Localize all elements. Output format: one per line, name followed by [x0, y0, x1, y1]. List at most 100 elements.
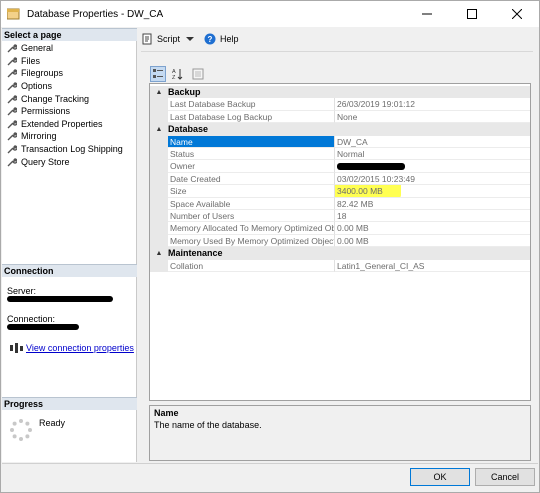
close-button[interactable]: [494, 1, 539, 27]
property-value: 3400.00 MB: [335, 185, 530, 198]
size-value-text: 3400.00 MB: [337, 186, 383, 197]
wrench-icon: [7, 44, 17, 53]
property-row-date-created[interactable]: Date Created 03/02/2015 10:23:49: [150, 172, 530, 186]
script-icon: [142, 33, 152, 45]
page-item-label: Extended Properties: [21, 118, 103, 129]
page-item-general[interactable]: General: [2, 42, 137, 55]
property-row-last-database-backup[interactable]: Last Database Backup 26/03/2019 19:01:12: [150, 98, 530, 111]
property-name: Date Created: [168, 172, 335, 186]
property-name: Last Database Log Backup: [168, 110, 335, 124]
page-item-label: Transaction Log Shipping: [21, 144, 123, 155]
page-item-transaction-log-shipping[interactable]: Transaction Log Shipping: [2, 143, 137, 156]
property-row-owner[interactable]: Owner: [150, 160, 530, 173]
left-pane: Select a page General Files Filegroups O…: [2, 28, 137, 462]
property-name: Space Available: [168, 197, 335, 210]
page-item-label: Files: [21, 55, 41, 66]
wrench-icon: [7, 120, 17, 129]
page-item-label: General: [21, 43, 54, 54]
wrench-icon: [7, 157, 17, 167]
progress-spinner-icon: [10, 419, 32, 441]
property-value: Latin1_General_CI_AS: [335, 260, 530, 272]
property-value: [335, 160, 530, 173]
property-name: Name: [168, 135, 335, 148]
property-row-memory-allocated[interactable]: Memory Allocated To Memory Optimized Obj…: [150, 222, 530, 235]
description-text: The name of the database.: [154, 420, 262, 430]
property-grid-toolbar: AZ: [150, 65, 210, 83]
page-item-permissions[interactable]: Permissions: [2, 105, 137, 118]
page-item-label: Query Store: [21, 156, 70, 167]
categorized-view-button[interactable]: [150, 66, 166, 82]
collapse-icon[interactable]: ▲: [150, 123, 168, 135]
property-row-size[interactable]: Size 3400.00 MB: [150, 185, 530, 198]
window-title: Database Properties - DW_CA: [27, 8, 164, 20]
categorized-icon: [153, 69, 163, 78]
cancel-button[interactable]: Cancel: [475, 468, 535, 486]
page-item-change-tracking[interactable]: Change Tracking: [2, 92, 137, 105]
property-name: Number of Users: [168, 210, 335, 223]
page-item-files[interactable]: Files: [2, 55, 137, 68]
footer-divider: [2, 463, 538, 464]
alphabetical-sort-button[interactable]: AZ: [170, 66, 186, 82]
property-name: Status: [168, 148, 335, 161]
connection-properties-icon: [10, 343, 23, 353]
property-pages-button[interactable]: [190, 66, 206, 82]
script-button[interactable]: Script: [141, 33, 195, 45]
page-item-label: Mirroring: [21, 131, 57, 142]
property-row-space-available[interactable]: Space Available 82.42 MB: [150, 197, 530, 210]
select-page-header: Select a page: [2, 28, 137, 41]
wrench-icon: [7, 107, 17, 116]
page-item-extended-properties[interactable]: Extended Properties: [2, 118, 137, 131]
page-item-mirroring[interactable]: Mirroring: [2, 130, 137, 143]
svg-text:?: ?: [208, 35, 213, 44]
collapse-icon[interactable]: ▲: [150, 247, 168, 259]
minimize-button[interactable]: [404, 1, 449, 27]
property-row-number-of-users[interactable]: Number of Users 18: [150, 210, 530, 223]
svg-text:Z: Z: [172, 75, 176, 80]
database-properties-window: Database Properties - DW_CA Select a pag…: [0, 0, 540, 493]
view-connection-properties-link[interactable]: View connection properties: [26, 343, 134, 353]
ok-button[interactable]: OK: [410, 468, 470, 486]
property-value: 26/03/2019 19:01:12: [335, 98, 530, 111]
collapse-icon[interactable]: ▲: [150, 86, 168, 98]
help-button[interactable]: ? Help: [204, 33, 239, 45]
category-backup[interactable]: ▲ Backup: [150, 86, 530, 99]
chevron-down-icon[interactable]: [186, 36, 195, 42]
server-label: Server:: [7, 286, 37, 296]
property-name: Size: [168, 185, 335, 198]
redacted-owner: [337, 163, 405, 171]
property-row-last-database-log-backup[interactable]: Last Database Log Backup None: [150, 110, 530, 124]
category-label: Maintenance: [168, 248, 223, 259]
category-maintenance[interactable]: ▲ Maintenance: [150, 247, 530, 260]
property-name: Owner: [168, 160, 335, 173]
database-icon: [6, 8, 21, 20]
property-value: Normal: [335, 148, 530, 161]
wrench-icon: [7, 82, 17, 91]
property-name: Collation: [168, 259, 335, 272]
category-database[interactable]: ▲ Database: [150, 123, 530, 136]
wrench-icon: [7, 57, 17, 66]
property-row-name[interactable]: Name DW_CA: [150, 135, 530, 148]
connection-header: Connection: [2, 264, 137, 277]
property-name: Memory Allocated To Memory Optimized Obj: [168, 222, 335, 235]
maximize-button[interactable]: [449, 1, 494, 27]
page-item-options[interactable]: Options: [2, 80, 137, 93]
property-value: 0.00 MB: [335, 235, 530, 248]
script-label: Script: [157, 34, 181, 44]
title-bar: Database Properties - DW_CA: [1, 1, 539, 27]
property-pages-icon: [192, 68, 204, 80]
property-row-collation[interactable]: Collation Latin1_General_CI_AS: [150, 259, 530, 272]
property-value: 82.42 MB: [335, 198, 530, 210]
page-item-filegroups[interactable]: Filegroups: [2, 67, 137, 80]
property-value: None: [335, 111, 530, 124]
property-row-memory-used[interactable]: Memory Used By Memory Optimized Objects …: [150, 234, 530, 248]
wrench-icon: [7, 132, 17, 141]
help-icon: ?: [204, 33, 216, 45]
progress-header: Progress: [2, 397, 137, 410]
property-row-status[interactable]: Status Normal: [150, 148, 530, 161]
property-value: DW_CA: [335, 136, 530, 148]
description-title: Name: [154, 408, 179, 418]
property-value: 18: [335, 210, 530, 223]
wrench-icon: [7, 69, 17, 78]
page-item-label: Permissions: [21, 106, 71, 117]
page-item-query-store[interactable]: Query Store: [2, 155, 137, 168]
